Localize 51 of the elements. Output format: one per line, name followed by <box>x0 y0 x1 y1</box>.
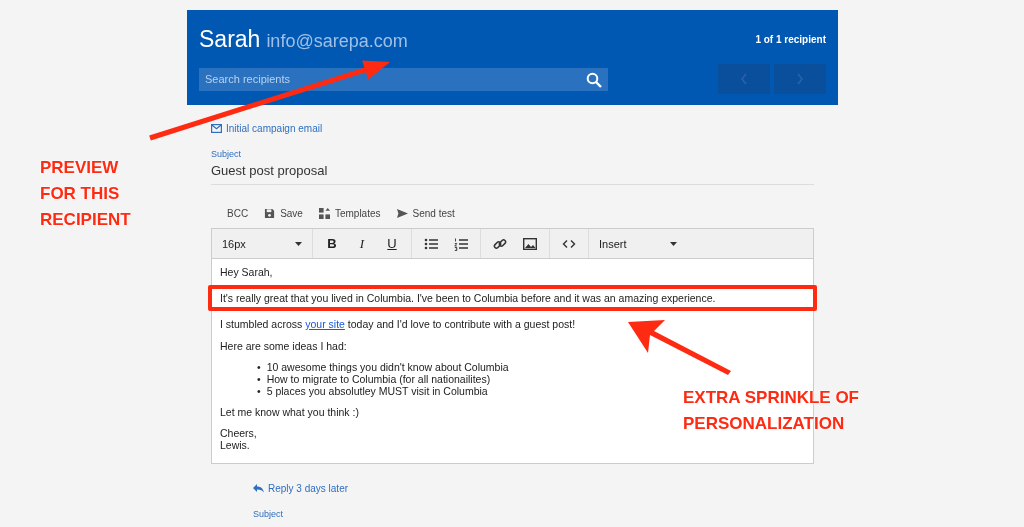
follow-up-link[interactable]: Reply 3 days later <box>268 483 349 494</box>
send-test-button[interactable]: Send test <box>396 207 455 219</box>
image-icon <box>523 236 537 251</box>
numbered-list-icon <box>454 236 468 251</box>
annotation-text: FOR THIS <box>40 183 121 205</box>
link-icon <box>493 236 507 251</box>
annotation-text: RECIPIENT <box>40 209 131 231</box>
bullet-list-icon <box>424 236 438 251</box>
caret-icon <box>295 241 302 246</box>
recipient-email: info@sarepa.com <box>266 30 408 52</box>
templates-button[interactable]: Templates <box>318 207 381 219</box>
idea-list-item: 10 awesome things you didn't know about Columbia <box>266 361 509 373</box>
reply-icon <box>253 484 264 493</box>
email-paragraph: Here are some ideas I had: <box>220 339 348 353</box>
chevron-right-icon <box>796 73 804 85</box>
search-field[interactable]: Search recipients <box>199 67 608 91</box>
annotation-text: PREVIEW <box>40 157 120 179</box>
caret-icon <box>670 241 677 246</box>
signature-line: Lewis. <box>220 439 251 451</box>
underline-button[interactable]: U <box>379 231 405 256</box>
recipient-name: Sarah <box>199 25 261 53</box>
email-paragraph: I stumbled across your site today and I'd love to contribute with a guest post! <box>220 317 577 331</box>
annotation-text: EXTRA SPRINKLE OF <box>683 387 859 409</box>
annotation-text: PERSONALIZATION <box>683 413 846 435</box>
email-paragraph: Let me know what you think :) <box>220 405 360 419</box>
bullet-marker: • <box>257 385 261 397</box>
save-button[interactable]: Save <box>264 207 303 219</box>
grid-icon <box>318 207 330 219</box>
italic-button[interactable]: I <box>349 231 375 256</box>
send-icon <box>396 207 408 219</box>
signature-line: Cheers, <box>220 427 258 439</box>
save-icon <box>264 207 276 219</box>
bold-button[interactable]: B <box>319 231 345 256</box>
email-paragraph: It's really great that you lived in Columbia. I've been to Columbia before and it was an amazing experience. <box>220 291 717 305</box>
bullet-marker: • <box>257 361 261 373</box>
subject-label: Subject <box>211 149 243 159</box>
insert-dropdown[interactable]: Insert <box>595 237 681 250</box>
font-size-dropdown[interactable]: 16px <box>218 237 306 250</box>
subject-label: Subject <box>253 509 285 519</box>
envelope-icon <box>211 124 222 133</box>
bullet-marker: • <box>257 373 261 385</box>
idea-list-item: How to migrate to Columbia (for all nationailites) <box>266 373 491 385</box>
chevron-left-icon <box>740 73 748 85</box>
idea-list-item: 5 places you absolutley MUST visit in Columbia <box>266 385 488 397</box>
campaign-step-link[interactable]: Initial campaign email <box>226 123 323 134</box>
site-link[interactable]: your site <box>305 318 345 330</box>
recipient-counter: 1 of 1 recipient <box>755 33 826 45</box>
email-paragraph: Hey Sarah, <box>220 265 274 279</box>
bcc-button[interactable]: BCC <box>227 207 249 219</box>
search-icon[interactable] <box>586 71 602 88</box>
subject-field[interactable]: Guest post proposal <box>211 159 814 185</box>
